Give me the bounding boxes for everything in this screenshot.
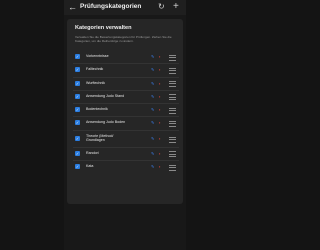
edit-icon[interactable]: ✎	[151, 107, 154, 112]
category-label: Theorie (Method/ Grundlagen	[86, 133, 114, 142]
category-label: Vorkenntnisse	[86, 54, 109, 58]
trash-icon[interactable]: ▪	[159, 136, 160, 141]
card-title: Kategorien verwalten	[75, 25, 132, 31]
trash-icon[interactable]: ▪	[159, 120, 160, 125]
app-bar: ← Prüfungskategorien ↻ +	[64, 0, 186, 15]
checkbox[interactable]: ✓	[75, 93, 80, 99]
edit-icon[interactable]: ✎	[151, 94, 154, 99]
plus-icon[interactable]: +	[173, 0, 179, 13]
drag-handle-icon[interactable]	[169, 94, 176, 101]
checkbox[interactable]: ✓	[75, 67, 80, 73]
edit-icon[interactable]: ✎	[151, 151, 154, 156]
category-label: Wurftechnik	[86, 80, 105, 85]
trash-icon[interactable]: ▪	[159, 94, 160, 99]
category-row[interactable]: ✓ Wurftechnik ✎ ▪	[73, 78, 179, 91]
category-row[interactable]: ✓ Anwendung Judo Stand ✎ ▪	[73, 91, 179, 105]
trash-icon[interactable]: ▪	[159, 164, 160, 169]
edit-icon[interactable]: ✎	[151, 81, 154, 86]
checkbox[interactable]: ✓	[75, 107, 80, 113]
edit-icon[interactable]: ✎	[151, 136, 154, 141]
checkbox[interactable]: ✓	[75, 164, 80, 170]
checkbox[interactable]: ✓	[75, 80, 80, 86]
category-row[interactable]: ✓ Kata ✎ ▪	[73, 161, 179, 173]
category-label: Anwendung Judo Boden	[86, 120, 126, 125]
category-row[interactable]: ✓ Anwendung Judo Boden ✎ ▪	[73, 117, 179, 131]
category-label: Kata	[86, 164, 94, 169]
drag-handle-icon[interactable]	[169, 151, 176, 158]
category-label: Randori	[86, 150, 99, 155]
category-row[interactable]: ✓ Vorkenntnisse ✎ ▪	[73, 51, 179, 65]
category-row[interactable]: ✓ Theorie (Method/ Grundlagen ✎ ▪	[73, 131, 179, 148]
category-label: Anwendung Judo Stand	[86, 93, 125, 98]
checkbox[interactable]: ✓	[75, 54, 80, 59]
trash-icon[interactable]: ▪	[159, 54, 160, 59]
card-description: Verwalten Sie die Bewertungskategorien f…	[75, 35, 172, 44]
checkbox[interactable]: ✓	[75, 120, 80, 126]
drag-handle-icon[interactable]	[169, 54, 176, 61]
edit-icon[interactable]: ✎	[151, 164, 154, 169]
arrow-left-icon[interactable]: ←	[68, 1, 77, 13]
page-title: Prüfungskategorien	[80, 3, 142, 10]
category-label: Bodentechnik	[86, 107, 108, 112]
category-list: ✓ Vorkenntnisse ✎ ▪ ✓ Falltechnik ✎ ▪ ✓ …	[73, 51, 179, 173]
trash-icon[interactable]: ▪	[159, 67, 160, 72]
drag-handle-icon[interactable]	[169, 136, 176, 143]
category-row[interactable]: ✓ Bodentechnik ✎ ▪	[73, 104, 179, 118]
edit-icon[interactable]: ✎	[151, 54, 154, 59]
edit-icon[interactable]: ✎	[151, 120, 154, 125]
phone-screen: ← Prüfungskategorien ↻ + Kategorien verw…	[64, 0, 186, 250]
refresh-icon[interactable]: ↻	[158, 1, 165, 13]
trash-icon[interactable]: ▪	[159, 151, 160, 156]
checkbox[interactable]: ✓	[75, 135, 80, 141]
drag-handle-icon[interactable]	[169, 107, 176, 114]
drag-handle-icon[interactable]	[169, 164, 176, 171]
drag-handle-icon[interactable]	[169, 120, 176, 127]
trash-icon[interactable]: ▪	[159, 107, 160, 112]
category-row[interactable]: ✓ Falltechnik ✎ ▪	[73, 64, 179, 78]
drag-handle-icon[interactable]	[169, 81, 176, 88]
categories-card: Kategorien verwalten Verwalten Sie die B…	[67, 19, 183, 204]
checkbox[interactable]: ✓	[75, 150, 80, 156]
trash-icon[interactable]: ▪	[159, 81, 160, 86]
category-label: Falltechnik	[86, 67, 104, 72]
drag-handle-icon[interactable]	[169, 67, 176, 74]
edit-icon[interactable]: ✎	[151, 67, 154, 72]
category-row[interactable]: ✓ Randori ✎ ▪	[73, 148, 179, 162]
